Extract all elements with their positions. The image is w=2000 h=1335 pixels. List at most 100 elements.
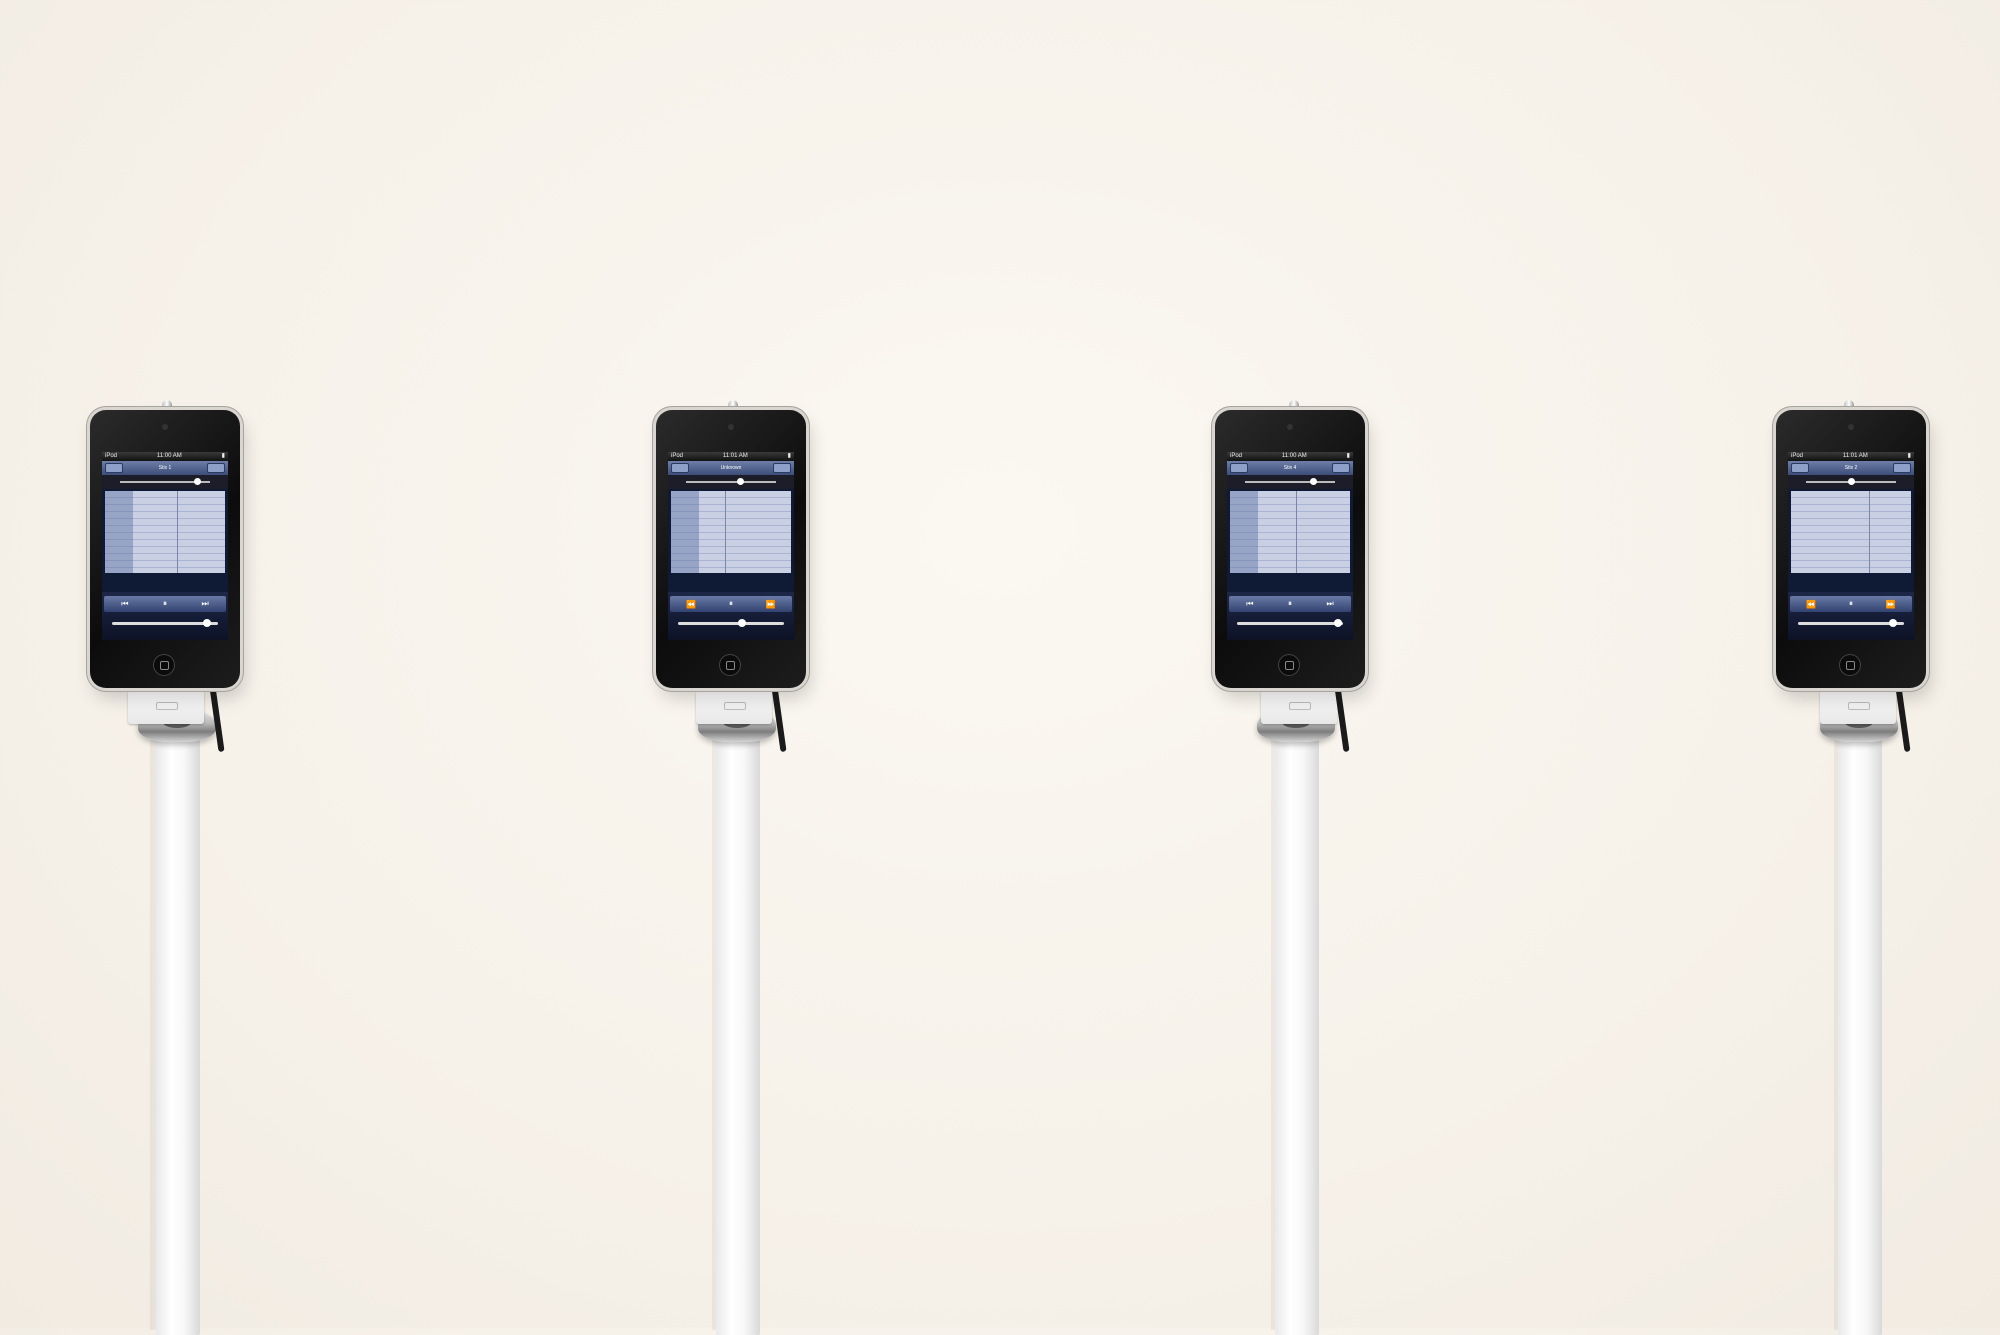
scrubber-knob[interactable] xyxy=(1309,478,1317,485)
transport-bar: ⏮ ⏸ ⏭ xyxy=(1229,596,1351,612)
scrubber[interactable] xyxy=(102,475,228,489)
album-art-region xyxy=(105,491,225,573)
status-time: 11:01 AM xyxy=(1842,453,1868,459)
volume-knob[interactable] xyxy=(1333,619,1342,627)
playback-controls: ⏪ ⏸ ⏩ xyxy=(668,592,794,640)
status-time: 11:00 AM xyxy=(1281,453,1307,459)
volume-slider[interactable] xyxy=(678,619,784,627)
ipod-device: iPod 11:01 AM ▮ Unknown ⏪ ⏸ ⏩ xyxy=(656,410,806,688)
now-playing-nav: Stix 2 xyxy=(1788,461,1914,475)
now-playing-nav: Stix 4 xyxy=(1227,461,1353,475)
home-button[interactable] xyxy=(1278,654,1300,676)
battery-icon: ▮ xyxy=(787,453,791,459)
now-playing-nav: Stix 1 xyxy=(102,461,228,475)
previous-icon[interactable]: ⏮ xyxy=(1246,599,1253,609)
ipod-screen[interactable]: iPod 11:01 AM ▮ Unknown ⏪ ⏸ ⏩ xyxy=(668,452,794,640)
ipod-screen[interactable]: iPod 11:01 AM ▮ Stix 2 ⏪ ⏸ ⏩ xyxy=(1788,452,1914,640)
home-button[interactable] xyxy=(1839,654,1861,676)
back-button[interactable] xyxy=(671,463,689,473)
status-bar: iPod 11:00 AM ▮ xyxy=(102,452,228,461)
headphone-cable xyxy=(1895,685,1911,753)
dock-connector xyxy=(1820,690,1896,724)
stand-pole xyxy=(1275,735,1319,1335)
grid-divider xyxy=(177,491,178,573)
scrubber-track xyxy=(1245,481,1335,483)
status-time: 11:00 AM xyxy=(156,453,182,459)
battery-icon: ▮ xyxy=(1346,453,1350,459)
playback-controls: ⏮ ⏸ ⏭ xyxy=(1227,592,1353,640)
grid-divider xyxy=(1296,491,1297,573)
scrubber[interactable] xyxy=(1227,475,1353,489)
back-button[interactable] xyxy=(1791,463,1809,473)
scrubber[interactable] xyxy=(668,475,794,489)
ipod-device: iPod 11:00 AM ▮ Stix 4 ⏮ ⏸ ⏭ xyxy=(1215,410,1365,688)
volume-knob[interactable] xyxy=(1889,619,1898,627)
scrubber-knob[interactable] xyxy=(1848,478,1855,485)
album-art-region xyxy=(1791,491,1911,573)
next-icon[interactable]: ⏭ xyxy=(202,599,209,609)
track-title: Stix 1 xyxy=(158,465,172,471)
scrubber[interactable] xyxy=(1788,475,1914,489)
fast-forward-icon[interactable]: ⏩ xyxy=(766,600,776,609)
back-button[interactable] xyxy=(105,463,123,473)
dock-connector xyxy=(696,690,772,724)
camera-icon xyxy=(1848,424,1854,430)
sidebar-column xyxy=(105,491,133,573)
pause-icon[interactable]: ⏸ xyxy=(163,599,167,609)
grid-divider xyxy=(1869,491,1870,573)
home-button[interactable] xyxy=(719,654,741,676)
stand-pole xyxy=(156,735,200,1335)
status-device-label: iPod xyxy=(105,453,118,459)
track-title: Unknown xyxy=(720,465,742,471)
status-bar: iPod 11:01 AM ▮ xyxy=(1788,452,1914,461)
status-bar: iPod 11:00 AM ▮ xyxy=(1227,452,1353,461)
status-device-label: iPod xyxy=(1791,453,1804,459)
battery-icon: ▮ xyxy=(1907,453,1911,459)
sidebar-column xyxy=(1230,491,1258,573)
back-button[interactable] xyxy=(1230,463,1248,473)
track-title: Stix 2 xyxy=(1844,465,1858,471)
battery-icon: ▮ xyxy=(221,453,225,459)
track-title: Stix 4 xyxy=(1283,465,1297,471)
list-button[interactable] xyxy=(1331,463,1350,473)
volume-slider[interactable] xyxy=(1798,619,1904,627)
dock-connector xyxy=(1261,690,1337,724)
status-device-label: iPod xyxy=(1230,453,1243,459)
transport-bar: ⏮ ⏸ ⏭ xyxy=(104,596,226,612)
grid-divider xyxy=(725,491,726,573)
home-button[interactable] xyxy=(153,654,175,676)
next-icon[interactable]: ⏭ xyxy=(1327,599,1334,609)
volume-knob[interactable] xyxy=(737,619,746,627)
camera-icon xyxy=(1287,424,1293,430)
fast-forward-icon[interactable]: ⏩ xyxy=(1886,600,1896,609)
ipod-screen[interactable]: iPod 11:00 AM ▮ Stix 4 ⏮ ⏸ ⏭ xyxy=(1227,452,1353,640)
status-time: 11:01 AM xyxy=(722,453,748,459)
rewind-icon[interactable]: ⏪ xyxy=(1806,600,1816,609)
scrubber-knob[interactable] xyxy=(193,478,201,485)
list-button[interactable] xyxy=(206,463,225,473)
stand-pole xyxy=(716,735,760,1335)
now-playing-nav: Unknown xyxy=(668,461,794,475)
volume-slider[interactable] xyxy=(112,619,218,627)
album-art-region xyxy=(671,491,791,573)
scrubber-knob[interactable] xyxy=(737,478,744,485)
rewind-icon[interactable]: ⏪ xyxy=(686,600,696,609)
list-button[interactable] xyxy=(1892,463,1911,473)
ipod-device: iPod 11:01 AM ▮ Stix 2 ⏪ ⏸ ⏩ xyxy=(1776,410,1926,688)
previous-icon[interactable]: ⏮ xyxy=(121,599,128,609)
pause-icon[interactable]: ⏸ xyxy=(729,599,733,609)
camera-icon xyxy=(728,424,734,430)
volume-slider[interactable] xyxy=(1237,619,1343,627)
playback-controls: ⏮ ⏸ ⏭ xyxy=(102,592,228,640)
pause-icon[interactable]: ⏸ xyxy=(1849,599,1853,609)
status-device-label: iPod xyxy=(671,453,684,459)
list-button[interactable] xyxy=(772,463,791,473)
transport-bar: ⏪ ⏸ ⏩ xyxy=(1790,596,1912,612)
camera-icon xyxy=(162,424,168,430)
ipod-device: iPod 11:00 AM ▮ Stix 1 ⏮ ⏸ ⏭ xyxy=(90,410,240,688)
status-bar: iPod 11:01 AM ▮ xyxy=(668,452,794,461)
ipod-screen[interactable]: iPod 11:00 AM ▮ Stix 1 ⏮ ⏸ ⏭ xyxy=(102,452,228,640)
volume-knob[interactable] xyxy=(203,619,212,627)
playback-controls: ⏪ ⏸ ⏩ xyxy=(1788,592,1914,640)
pause-icon[interactable]: ⏸ xyxy=(1288,599,1292,609)
